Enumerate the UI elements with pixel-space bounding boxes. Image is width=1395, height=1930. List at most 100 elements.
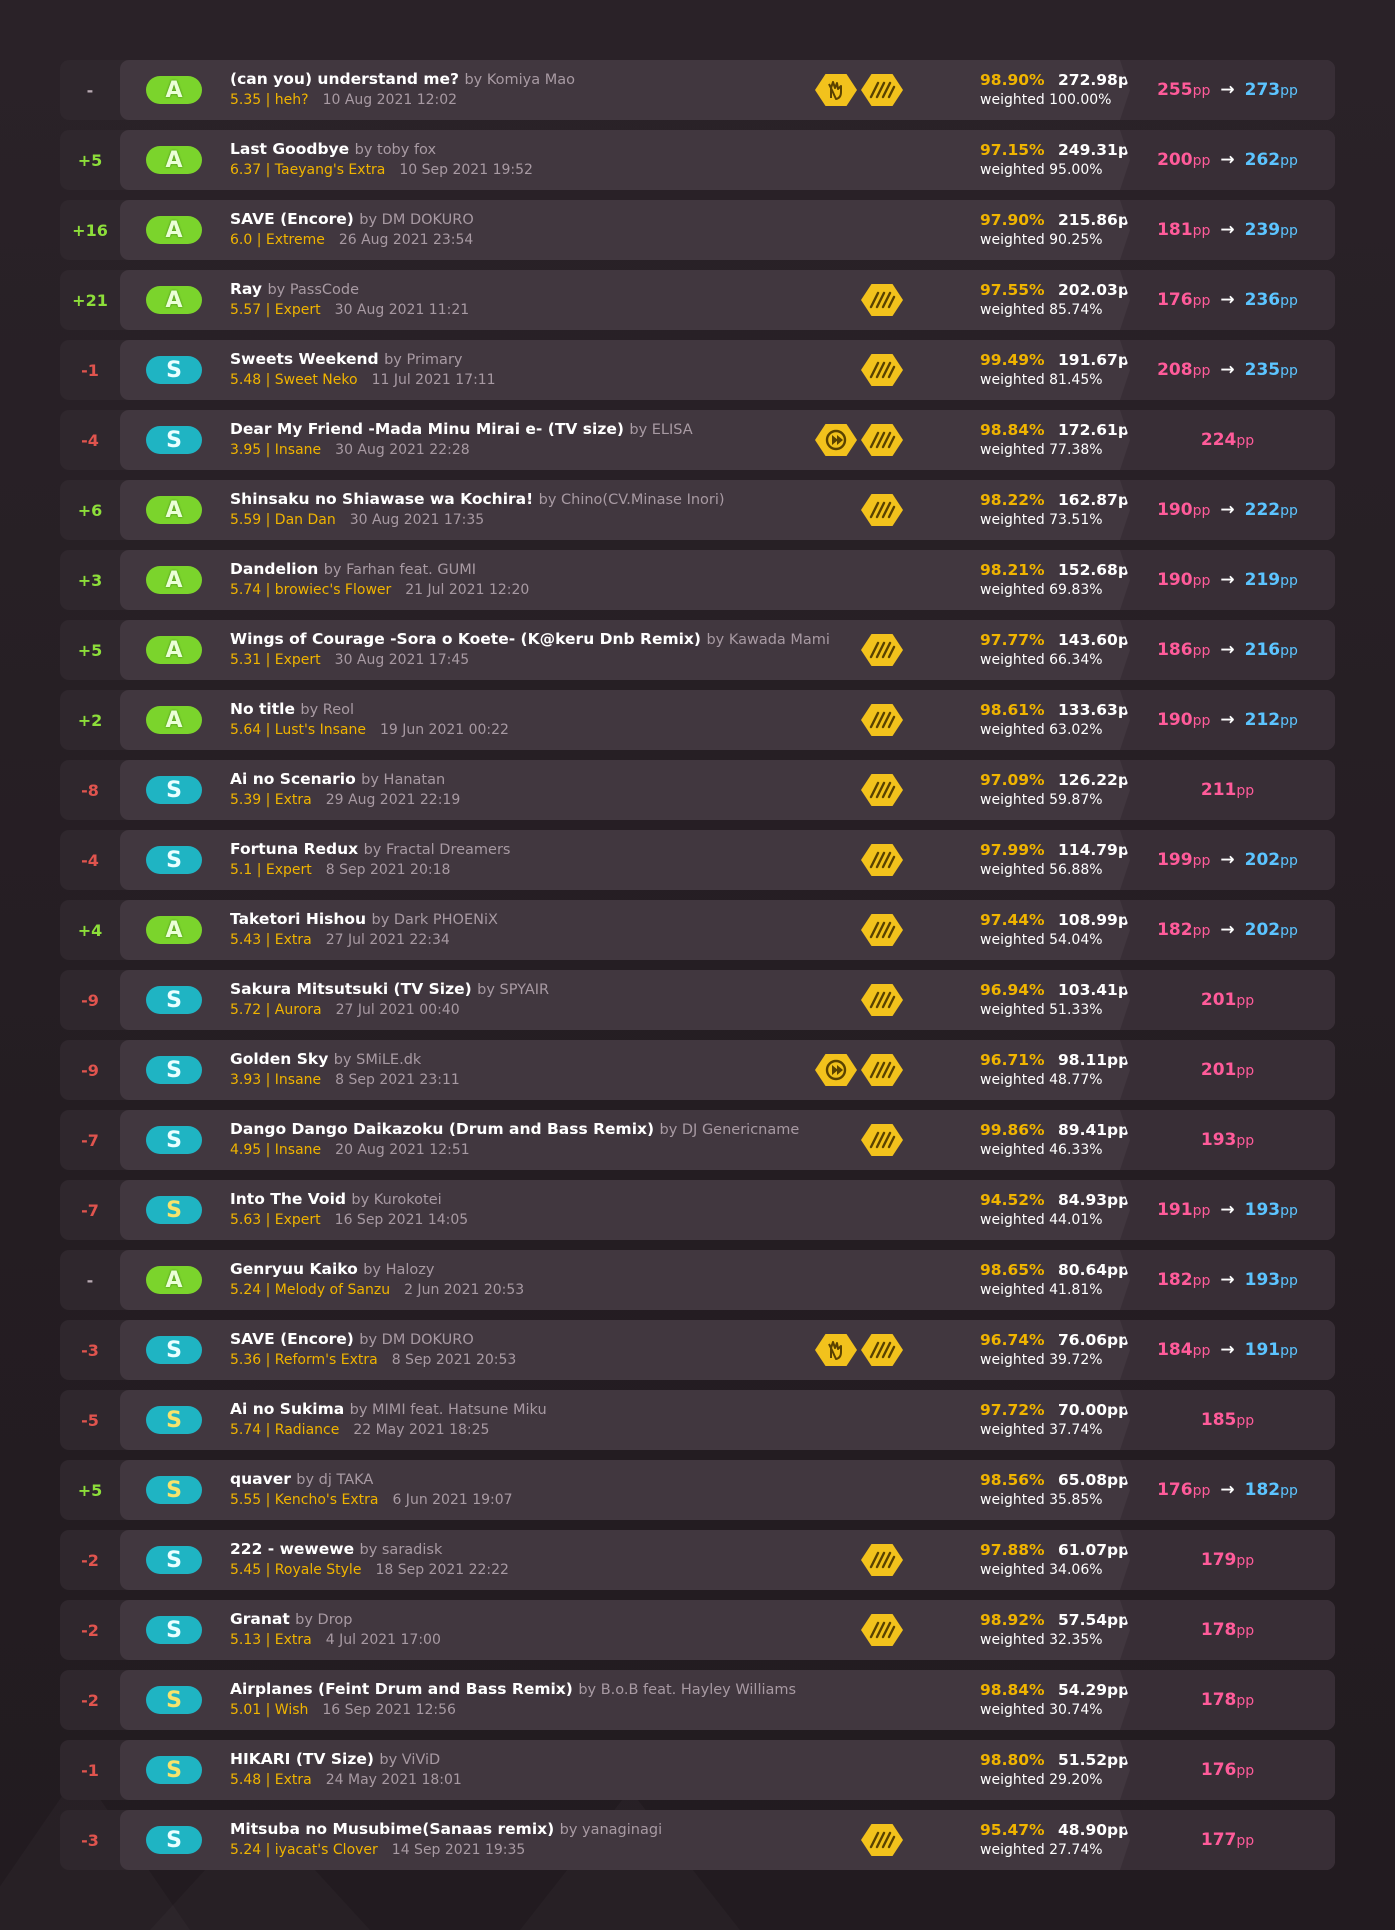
song-title[interactable]: Sweets Weekend <box>230 350 379 368</box>
song-title[interactable]: Wings of Courage -Sora o Koete- (K@keru … <box>230 630 701 648</box>
score-card[interactable]: S Sakura Mitsutsuki (TV Size) by SPYAIR 5.… <box>120 970 1335 1030</box>
meta-line: 5.39 | Extra 29 Aug 2021 22:19 <box>230 792 460 808</box>
song-title[interactable]: Last Goodbye <box>230 140 349 158</box>
score-row[interactable]: +21 A Ray by PassCode 5.57 | Expert 30 Aug 2… <box>60 270 1335 330</box>
score-card[interactable]: A Dandelion by Farhan feat. GUMI 5.74 | br… <box>120 550 1335 610</box>
score-row[interactable]: -1 S Sweets Weekend by Primary 5.48 | Sweet… <box>60 340 1335 400</box>
song-title[interactable]: Granat <box>230 1610 290 1628</box>
long-note-icon <box>861 494 903 526</box>
score-card[interactable]: S HIKARI (TV Size) by ViViD 5.48 | Extra 24… <box>120 1740 1335 1800</box>
score-card[interactable]: A Taketori Hishou by Dark PHOENiX 5.43 | E… <box>120 900 1335 960</box>
song-title[interactable]: quaver <box>230 1470 291 1488</box>
score-row[interactable]: -5 S Ai no Sukima by MIMI feat. Hatsune Mi… <box>60 1390 1335 1450</box>
score-card[interactable]: S Dango Dango Daikazoku (Drum and Bass Re… <box>120 1110 1335 1170</box>
score-card[interactable]: A Last Goodbye by toby fox 6.37 | Taeyang'… <box>120 130 1335 190</box>
score-row[interactable]: -4 S Dear My Friend -Mada Minu Mirai e- (T… <box>60 410 1335 470</box>
song-title[interactable]: Dango Dango Daikazoku (Drum and Bass Rem… <box>230 1120 654 1138</box>
weighted-value: weighted 59.87% <box>980 792 1103 808</box>
score-row[interactable]: -7 S Dango Dango Daikazoku (Drum and Bass … <box>60 1110 1335 1170</box>
score-row[interactable]: +6 A Shinsaku no Shiawase wa Kochira! by C… <box>60 480 1335 540</box>
score-card[interactable]: S Dear My Friend -Mada Minu Mirai e- (TV … <box>120 410 1335 470</box>
song-title[interactable]: Golden Sky <box>230 1050 328 1068</box>
mods-group <box>815 1054 903 1086</box>
artist-name: by ViViD <box>379 1752 441 1768</box>
score-row[interactable]: -3 S Mitsuba no Musubime(Sanaas remix) by … <box>60 1810 1335 1870</box>
score-row[interactable]: -3 S SAVE (Encore) by DM DOKURO 5.36 | Refo… <box>60 1320 1335 1380</box>
song-title[interactable]: Shinsaku no Shiawase wa Kochira! <box>230 490 533 508</box>
song-title[interactable]: (can you) understand me? <box>230 70 459 88</box>
song-title[interactable]: Ray <box>230 280 262 298</box>
song-title[interactable]: Dandelion <box>230 560 318 578</box>
score-card[interactable]: S 222 - wewewe by saradisk 5.45 | Royale S… <box>120 1530 1335 1590</box>
song-title[interactable]: Mitsuba no Musubime(Sanaas remix) <box>230 1820 554 1838</box>
weighted-value: weighted 34.06% <box>980 1562 1103 1578</box>
score-card[interactable]: S Fortuna Redux by Fractal Dreamers 5.1 | … <box>120 830 1335 890</box>
score-row[interactable]: +5 A Wings of Courage -Sora o Koete- (K@ke… <box>60 620 1335 680</box>
pp-value: 84.93pp <box>1058 1191 1130 1209</box>
pp-after: 212pp <box>1244 710 1298 730</box>
score-card[interactable]: A Ray by PassCode 5.57 | Expert 30 Aug 2021… <box>120 270 1335 330</box>
song-title[interactable]: HIKARI (TV Size) <box>230 1750 374 1768</box>
score-row[interactable]: +16 A SAVE (Encore) by DM DOKURO 6.0 | Extr… <box>60 200 1335 260</box>
song-title[interactable]: Sakura Mitsutsuki (TV Size) <box>230 980 472 998</box>
score-row[interactable]: +5 Squaver by dj TAKA 5.55 | Kencho's Extr… <box>60 1460 1335 1520</box>
score-card[interactable]: S Ai no Scenario by Hanatan 5.39 | Extra 29… <box>120 760 1335 820</box>
grade-badge: S <box>146 1756 202 1784</box>
difficulty-label: 5.45 | Royale Style <box>230 1562 362 1578</box>
song-title[interactable]: No title <box>230 700 295 718</box>
score-card[interactable]: S SAVE (Encore) by DM DOKURO 5.36 | Reform… <box>120 1320 1335 1380</box>
score-card[interactable]: S Into The Void by Kurokotei 5.63 | Expert… <box>120 1180 1335 1240</box>
score-row[interactable]: +3 A Dandelion by Farhan feat. GUMI 5.74 | … <box>60 550 1335 610</box>
score-row[interactable]: -2 S Granat by Drop 5.13 | Extra 4 Jul 2021 … <box>60 1600 1335 1660</box>
play-date: 14 Sep 2021 19:35 <box>391 1842 526 1858</box>
score-card[interactable]: A SAVE (Encore) by DM DOKURO 6.0 | Extreme… <box>120 200 1335 260</box>
artist-name: by Kawada Mami <box>706 632 830 648</box>
song-title[interactable]: Airplanes (Feint Drum and Bass Remix) <box>230 1680 573 1698</box>
score-row[interactable]: - A (can you) understand me? by Komiya Mao… <box>60 60 1335 120</box>
song-title[interactable]: SAVE (Encore) <box>230 1330 354 1348</box>
score-card[interactable]: S Golden Sky by SMiLE.dk 3.93 | Insane 8 Se… <box>120 1040 1335 1100</box>
score-card[interactable]: S Airplanes (Feint Drum and Bass Remix) b… <box>120 1670 1335 1730</box>
score-row[interactable]: -4 S Fortuna Redux by Fractal Dreamers 5.1 … <box>60 830 1335 890</box>
score-card[interactable]: S Mitsuba no Musubime(Sanaas remix) by ya… <box>120 1810 1335 1870</box>
song-title[interactable]: SAVE (Encore) <box>230 210 354 228</box>
rank-change: -2 <box>81 1690 99 1710</box>
score-row[interactable]: +4 A Taketori Hishou by Dark PHOENiX 5.43 |… <box>60 900 1335 960</box>
score-row[interactable]: - A Genryuu Kaiko by Halozy 5.24 | Melody o… <box>60 1250 1335 1310</box>
score-row[interactable]: +2 A No title by Reol 5.64 | Lust's Insane 1… <box>60 690 1335 750</box>
score-row[interactable]: -1 S HIKARI (TV Size) by ViViD 5.48 | Extra… <box>60 1740 1335 1800</box>
score-card[interactable]: A (can you) understand me? by Komiya Mao 5… <box>120 60 1335 120</box>
pp-change: 201pp <box>1120 1040 1335 1100</box>
song-title[interactable]: Ai no Sukima <box>230 1400 344 1418</box>
accuracy: 97.72% <box>980 1401 1045 1419</box>
score-row[interactable]: -9 S Sakura Mitsutsuki (TV Size) by SPYAIR… <box>60 970 1335 1030</box>
score-card[interactable]: A No title by Reol 5.64 | Lust's Insane 19 … <box>120 690 1335 750</box>
score-row[interactable]: -2 S Airplanes (Feint Drum and Bass Remix)… <box>60 1670 1335 1730</box>
mods-group <box>861 1544 903 1576</box>
score-row[interactable]: -2 S 222 - wewewe by saradisk 5.45 | Royale… <box>60 1530 1335 1590</box>
score-card[interactable]: Squaver by dj TAKA 5.55 | Kencho's Extra 6… <box>120 1460 1335 1520</box>
difficulty-label: 5.36 | Reform's Extra <box>230 1352 378 1368</box>
song-title[interactable]: Into The Void <box>230 1190 346 1208</box>
score-card[interactable]: A Wings of Courage -Sora o Koete- (K@keru… <box>120 620 1335 680</box>
play-date: 20 Aug 2021 12:51 <box>335 1142 470 1158</box>
score-card[interactable]: S Granat by Drop 5.13 | Extra 4 Jul 2021 17… <box>120 1600 1335 1660</box>
score-row[interactable]: -9 S Golden Sky by SMiLE.dk 3.93 | Insane 8 … <box>60 1040 1335 1100</box>
meta-line: 5.57 | Expert 30 Aug 2021 11:21 <box>230 302 469 318</box>
song-title[interactable]: Taketori Hishou <box>230 910 366 928</box>
song-title[interactable]: Genryuu Kaiko <box>230 1260 358 1278</box>
score-card[interactable]: A Genryuu Kaiko by Halozy 5.24 | Melody of… <box>120 1250 1335 1310</box>
score-row[interactable]: -8 S Ai no Scenario by Hanatan 5.39 | Extra… <box>60 760 1335 820</box>
score-card[interactable]: A Shinsaku no Shiawase wa Kochira! by Chi… <box>120 480 1335 540</box>
song-title[interactable]: Fortuna Redux <box>230 840 358 858</box>
song-title[interactable]: Dear My Friend -Mada Minu Mirai e- (TV s… <box>230 420 624 438</box>
pp-before: 182pp <box>1157 1270 1211 1290</box>
score-row[interactable]: -7 S Into The Void by Kurokotei 5.63 | Expe… <box>60 1180 1335 1240</box>
score-card[interactable]: S Sweets Weekend by Primary 5.48 | Sweet N… <box>120 340 1335 400</box>
score-card[interactable]: S Ai no Sukima by MIMI feat. Hatsune Miku… <box>120 1390 1335 1450</box>
song-title[interactable]: Ai no Scenario <box>230 770 356 788</box>
song-title[interactable]: 222 - wewewe <box>230 1540 354 1558</box>
score-row[interactable]: +5 A Last Goodbye by toby fox 6.37 | Taeyan… <box>60 130 1335 190</box>
rank-change: +6 <box>77 500 103 520</box>
meta-line: 5.63 | Expert 16 Sep 2021 14:05 <box>230 1212 468 1228</box>
